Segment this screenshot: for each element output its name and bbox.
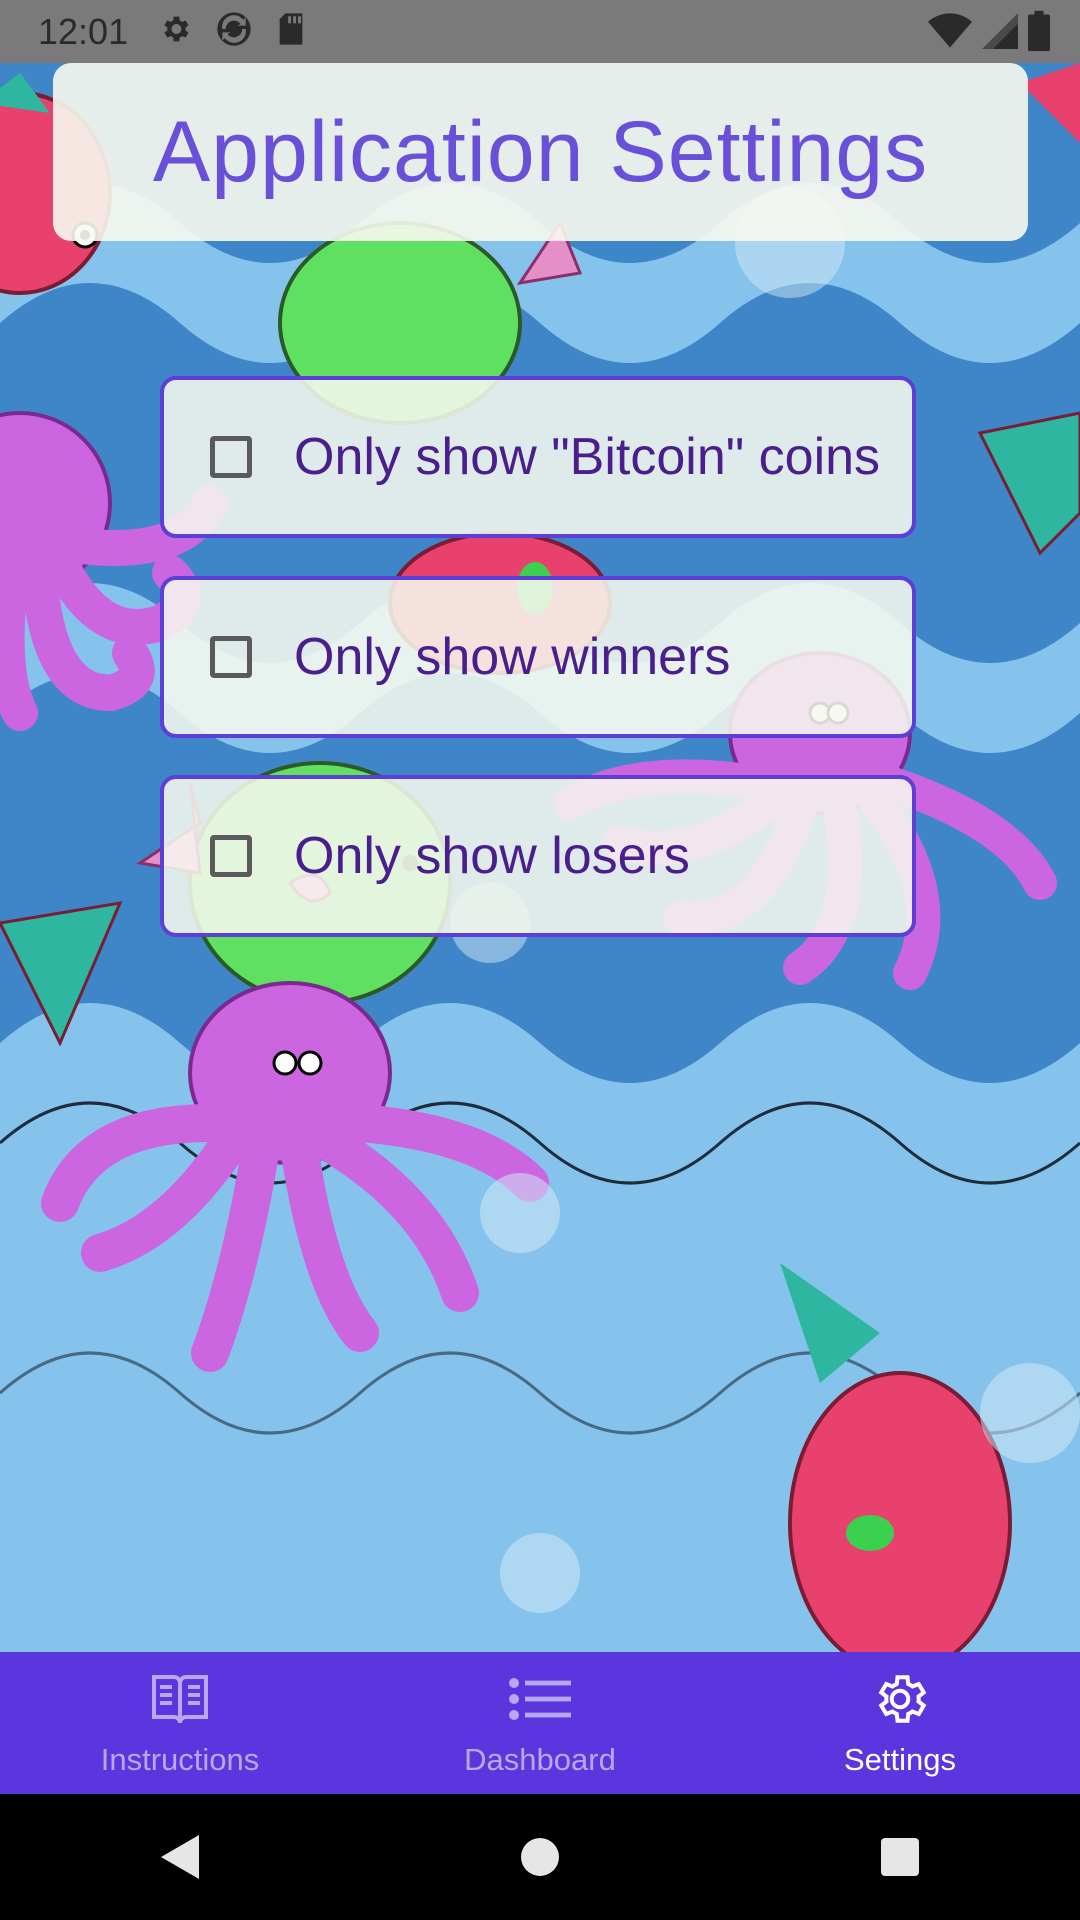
status-time: 12:01 bbox=[38, 10, 129, 52]
checkbox[interactable] bbox=[210, 436, 252, 478]
nav-label: Instructions bbox=[100, 1742, 260, 1777]
option-winners-only[interactable]: Only show winners bbox=[160, 576, 916, 738]
option-label: Only show winners bbox=[294, 628, 731, 686]
option-label: Only show "Bitcoin" coins bbox=[294, 428, 881, 486]
book-icon bbox=[148, 1668, 212, 1730]
status-bar: 12:01 bbox=[0, 0, 1080, 63]
sync-icon bbox=[214, 9, 254, 54]
status-icons-right bbox=[928, 10, 1050, 57]
battery-icon bbox=[1028, 10, 1050, 57]
option-label: Only show losers bbox=[294, 827, 690, 885]
recents-icon bbox=[881, 1838, 919, 1876]
bottom-navigation: Instructions Dashboard Settings bbox=[0, 1652, 1080, 1794]
nav-label: Dashboard bbox=[464, 1742, 616, 1777]
recents-button[interactable] bbox=[840, 1817, 960, 1897]
option-losers-only[interactable]: Only show losers bbox=[160, 775, 916, 937]
home-icon bbox=[521, 1838, 559, 1876]
wifi-icon bbox=[928, 11, 972, 56]
status-icons-left bbox=[158, 9, 306, 54]
gear-icon bbox=[870, 1668, 930, 1730]
checkbox[interactable] bbox=[210, 835, 252, 877]
checkbox[interactable] bbox=[210, 636, 252, 678]
page-title: Application Settings bbox=[152, 103, 929, 200]
list-icon bbox=[509, 1668, 571, 1730]
home-button[interactable] bbox=[480, 1817, 600, 1897]
nav-item-instructions[interactable]: Instructions bbox=[0, 1652, 360, 1794]
nav-item-settings[interactable]: Settings bbox=[720, 1652, 1080, 1794]
system-navigation-bar bbox=[0, 1794, 1080, 1920]
header-card: Application Settings bbox=[53, 63, 1028, 241]
option-bitcoin-only[interactable]: Only show "Bitcoin" coins bbox=[160, 376, 916, 538]
back-icon bbox=[161, 1835, 199, 1879]
sd-card-icon bbox=[276, 12, 306, 51]
gear-icon bbox=[158, 12, 192, 51]
nav-label: Settings bbox=[843, 1742, 956, 1777]
nav-item-dashboard[interactable]: Dashboard bbox=[360, 1652, 720, 1794]
back-button[interactable] bbox=[120, 1817, 240, 1897]
signal-icon bbox=[982, 11, 1018, 56]
